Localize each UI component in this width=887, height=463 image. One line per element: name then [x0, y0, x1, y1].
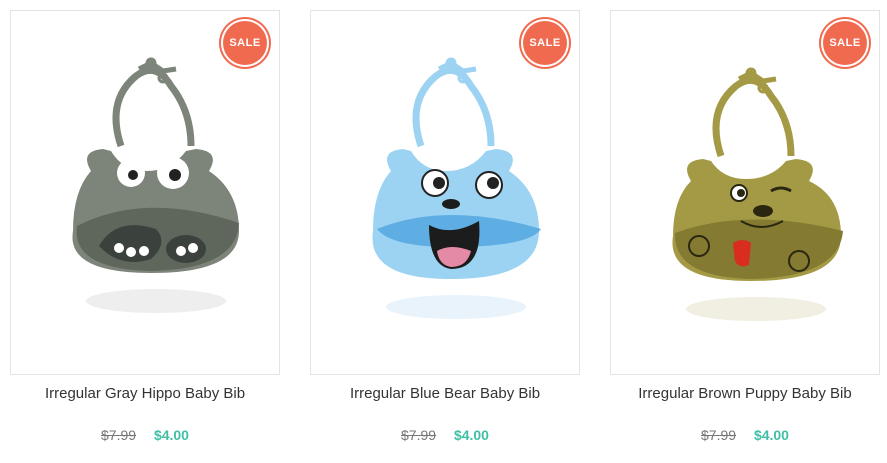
- product-image-link[interactable]: SALE: [310, 10, 580, 375]
- sale-price: $4.00: [453, 427, 489, 443]
- sale-badge: SALE: [221, 19, 269, 67]
- product-title[interactable]: Irregular Gray Hippo Baby Bib: [10, 385, 280, 402]
- product-image-link[interactable]: SALE: [610, 10, 880, 375]
- product-prices: $7.99 $4.00: [10, 427, 280, 443]
- product-card-brown-puppy: SALE Irregular Brown Puppy Baby Bib $7.9…: [610, 0, 880, 463]
- product-image-link[interactable]: SALE: [10, 10, 280, 375]
- product-title[interactable]: Irregular Brown Puppy Baby Bib: [610, 385, 880, 402]
- old-price: $7.99: [401, 427, 437, 443]
- sale-badge: SALE: [821, 19, 869, 67]
- old-price: $7.99: [701, 427, 737, 443]
- product-prices: $7.99 $4.00: [610, 427, 880, 443]
- old-price: $7.99: [101, 427, 137, 443]
- product-prices: $7.99 $4.00: [310, 427, 580, 443]
- product-card-blue-bear: SALE Irregular Blue Bear Baby Bib $7.99 …: [310, 0, 580, 463]
- sale-badge: SALE: [521, 19, 569, 67]
- sale-price: $4.00: [753, 427, 789, 443]
- product-card-gray-hippo: SALE Irregular Gray Hippo Baby Bib $7.99…: [10, 0, 280, 463]
- sale-price: $4.00: [153, 427, 189, 443]
- product-title[interactable]: Irregular Blue Bear Baby Bib: [310, 385, 580, 402]
